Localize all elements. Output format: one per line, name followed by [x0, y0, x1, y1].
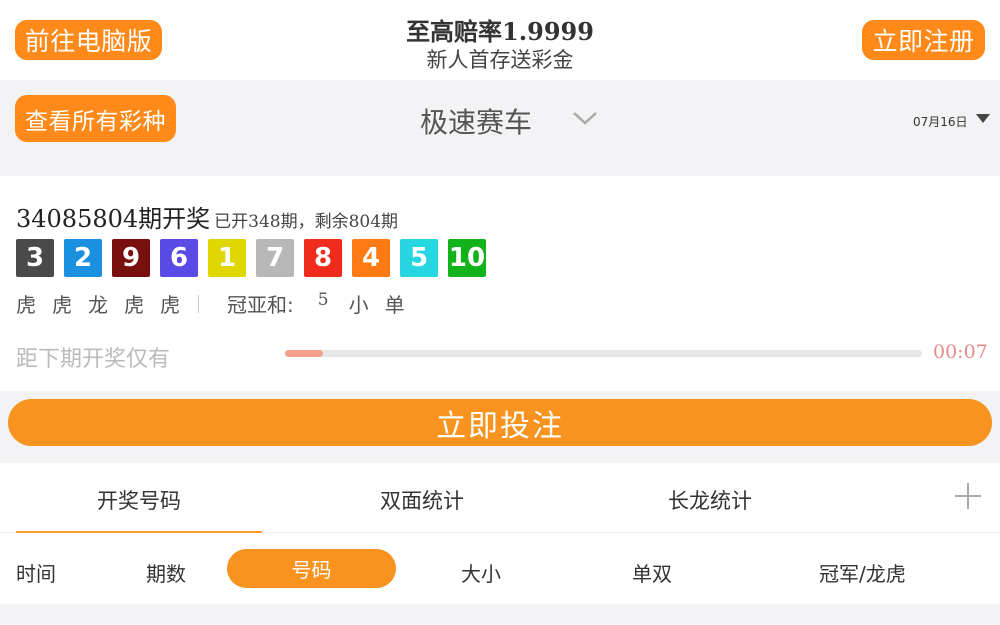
- countdown-progress-bar: [285, 350, 922, 357]
- promo-subtitle: 新人首存送彩金: [426, 48, 574, 72]
- place-bet-button[interactable]: 立即投注: [8, 399, 992, 446]
- stats-separator: [198, 294, 199, 313]
- sum-value: 5: [317, 289, 329, 310]
- sum-size: 小: [348, 293, 369, 317]
- dragon-tiger-2: 虎: [52, 293, 72, 317]
- sum-parity: 单: [384, 293, 405, 317]
- lottery-bar: 查看所有彩种 极速赛车 07月16日: [0, 80, 1000, 160]
- active-tab-underline: [16, 531, 262, 533]
- dragon-tiger-4: 虎: [124, 293, 144, 317]
- lottery-name-selector[interactable]: 极速赛车: [420, 101, 532, 141]
- result-ball: 2: [64, 239, 102, 277]
- pc-version-button[interactable]: 前往电脑版: [15, 20, 162, 60]
- result-ball: 4: [352, 239, 390, 277]
- issue-progress: 已开348期，剩余804期: [214, 212, 399, 232]
- dragon-tiger-5: 虎: [160, 293, 180, 317]
- dragon-tiger-1: 虎: [16, 293, 36, 317]
- draw-result-card: 34085804期开奖 已开348期，剩余804期 3 2 9 6 1 7 8 4 5 10 虎 虎…: [0, 176, 1000, 391]
- result-ball: 7: [256, 239, 294, 277]
- register-button[interactable]: 立即注册: [862, 20, 985, 60]
- date-selector[interactable]: 07月16日: [913, 113, 968, 130]
- result-stats: 虎 虎 龙 虎 虎 冠亚和: 5 小 单: [16, 289, 405, 318]
- column-parity[interactable]: 单双: [632, 558, 672, 587]
- divider: [0, 604, 1000, 625]
- result-balls: 3 2 9 6 1 7 8 4 5 10: [16, 239, 486, 277]
- sum-label: 冠亚和:: [227, 293, 294, 317]
- issue-title: 34085804期开奖 已开348期，剩余804期: [16, 199, 398, 234]
- countdown-progress-fill: [285, 350, 324, 357]
- countdown-label: 距下期开奖仅有: [16, 347, 171, 372]
- result-ball: 8: [304, 239, 342, 277]
- promo-title: 至高赔率1.9999: [406, 17, 594, 46]
- top-bar: 前往电脑版 至高赔率1.9999 新人首存送彩金 立即注册: [0, 0, 1000, 80]
- column-numbers[interactable]: 号码: [227, 549, 396, 588]
- column-issue[interactable]: 期数: [146, 558, 186, 587]
- result-ball: 9: [112, 239, 150, 277]
- plus-icon[interactable]: [955, 483, 981, 509]
- result-ball: 10: [448, 239, 486, 277]
- chevron-down-icon[interactable]: [568, 106, 602, 130]
- column-size[interactable]: 大小: [461, 558, 501, 587]
- issue-number: 34085804期开奖: [16, 205, 211, 233]
- tab-draw-numbers[interactable]: 开奖号码: [97, 485, 181, 515]
- stats-tabs: 开奖号码 双面统计 长龙统计: [0, 463, 1000, 533]
- divider: [0, 160, 1000, 176]
- result-ball: 6: [160, 239, 198, 277]
- tab-long-dragon-stats[interactable]: 长龙统计: [668, 485, 752, 515]
- column-time[interactable]: 时间: [16, 558, 56, 587]
- result-column-headers: 时间 期数 号码 大小 单双 冠军/龙虎: [0, 534, 1000, 604]
- column-champion-dragon-tiger[interactable]: 冠军/龙虎: [819, 558, 906, 587]
- result-ball: 1: [208, 239, 246, 277]
- result-ball: 5: [400, 239, 438, 277]
- all-lotteries-button[interactable]: 查看所有彩种: [15, 95, 176, 142]
- tab-two-sided-stats[interactable]: 双面统计: [380, 485, 464, 515]
- dragon-tiger-3: 龙: [88, 293, 108, 317]
- countdown-timer: 00:07: [933, 341, 988, 363]
- result-ball: 3: [16, 239, 54, 277]
- caret-down-icon[interactable]: [976, 114, 990, 123]
